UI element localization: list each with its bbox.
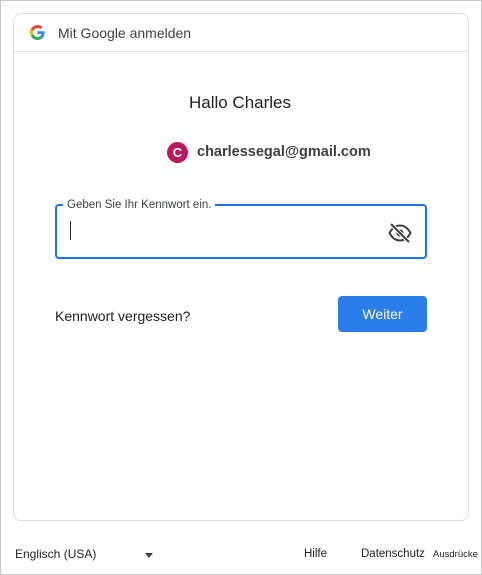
eye-off-icon[interactable] (387, 221, 413, 245)
card-header: Mit Google anmelden (14, 14, 468, 52)
sign-in-card: Mit Google anmelden (13, 13, 469, 521)
dialog-window: Mit Google anmelden Hallo Charles C char… (0, 0, 482, 575)
account-email: charlessegal@gmail.com (197, 144, 371, 160)
language-select[interactable]: Englisch (USA) (15, 547, 96, 561)
password-input[interactable] (55, 204, 427, 259)
password-label: Geben Sie Ihr Kennwort ein. (63, 198, 216, 212)
help-link[interactable]: Hilfe (304, 547, 327, 561)
text-cursor (70, 221, 71, 240)
terms-link[interactable]: Ausdrücke (433, 548, 478, 562)
google-g-icon (30, 25, 45, 40)
greeting-heading: Hallo Charles (188, 93, 292, 112)
privacy-link[interactable]: Datenschutz (361, 547, 425, 561)
forgot-password-link[interactable]: Kennwort vergessen? (55, 308, 190, 324)
avatar: C (167, 141, 188, 163)
account-chip[interactable]: C charlessegal@gmail.com (167, 141, 371, 163)
chevron-down-icon[interactable] (144, 547, 154, 558)
next-button[interactable]: Weiter (338, 296, 427, 332)
header-title: Mit Google anmelden (58, 25, 192, 41)
